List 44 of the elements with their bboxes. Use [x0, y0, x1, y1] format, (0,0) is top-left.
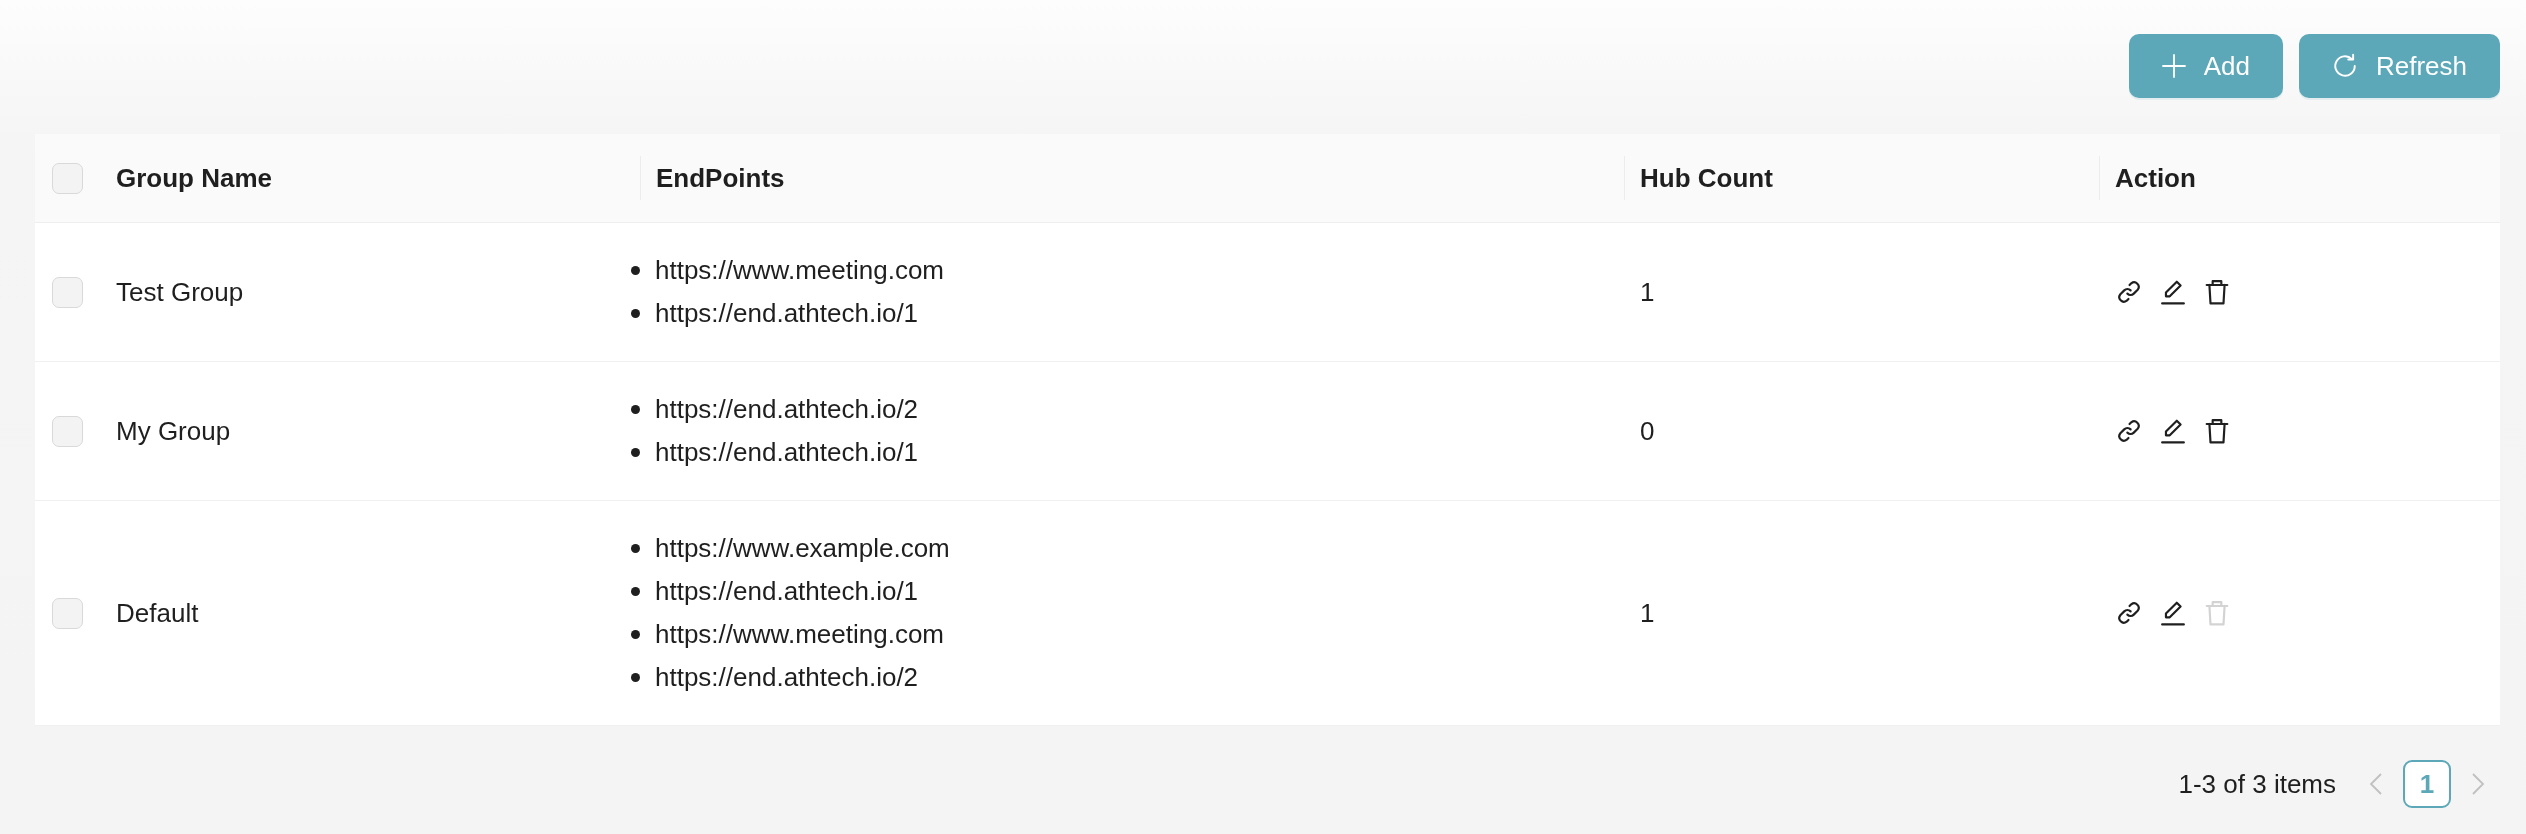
checkbox[interactable]	[52, 597, 83, 629]
delete-icon[interactable]	[2204, 279, 2230, 305]
checkbox[interactable]	[52, 415, 83, 447]
link-icon[interactable]	[2116, 600, 2142, 626]
bullet-icon	[631, 309, 640, 318]
endpoint-url: https://end.athtech.io/1	[655, 298, 919, 329]
endpoint-url: https://end.athtech.io/1	[655, 576, 919, 607]
checkbox[interactable]	[52, 162, 83, 194]
endpoint-url: https://end.athtech.io/1	[655, 437, 919, 468]
bullet-icon	[631, 448, 640, 457]
group-name: Default	[116, 597, 199, 629]
group-name: My Group	[116, 415, 231, 447]
column-header: Group Name	[116, 162, 273, 194]
bullet-icon	[631, 544, 640, 553]
bullet-icon	[631, 266, 640, 275]
group-name: Test Group	[116, 276, 244, 308]
bullet-icon	[631, 405, 640, 414]
endpoint-url: https://www.meeting.com	[655, 255, 944, 286]
plus-icon	[2161, 54, 2186, 78]
checkbox[interactable]	[52, 276, 83, 308]
page-button[interactable]: 1	[2403, 760, 2451, 808]
bullet-icon	[631, 630, 640, 639]
endpoint-url: https://www.meeting.com	[655, 619, 944, 650]
bullet-icon	[631, 587, 640, 596]
column-header: EndPoints	[656, 162, 785, 194]
column-header: Action	[2115, 162, 2196, 194]
link-icon[interactable]	[2116, 418, 2142, 444]
add-button[interactable]: Add	[2128, 34, 2283, 98]
edit-icon[interactable]	[2160, 418, 2186, 444]
refresh-button[interactable]: Refresh	[2298, 34, 2500, 98]
hub-count: 1	[1640, 597, 1655, 629]
endpoint-url: https://end.athtech.io/2	[655, 394, 919, 425]
hub-count: 0	[1640, 415, 1655, 447]
edit-icon[interactable]	[2160, 279, 2186, 305]
bullet-icon	[631, 673, 640, 682]
hub-count: 1	[1640, 276, 1655, 308]
link-icon[interactable]	[2116, 279, 2142, 305]
column-header: Hub Count	[1640, 162, 1773, 194]
delete-icon[interactable]	[2204, 418, 2230, 444]
refresh-icon	[2331, 53, 2358, 79]
items-summary: 1-3 of 3 items	[2178, 768, 2336, 800]
endpoint-url: https://www.example.com	[655, 533, 950, 564]
endpoint-url: https://end.athtech.io/2	[655, 662, 919, 693]
edit-icon[interactable]	[2160, 600, 2186, 626]
